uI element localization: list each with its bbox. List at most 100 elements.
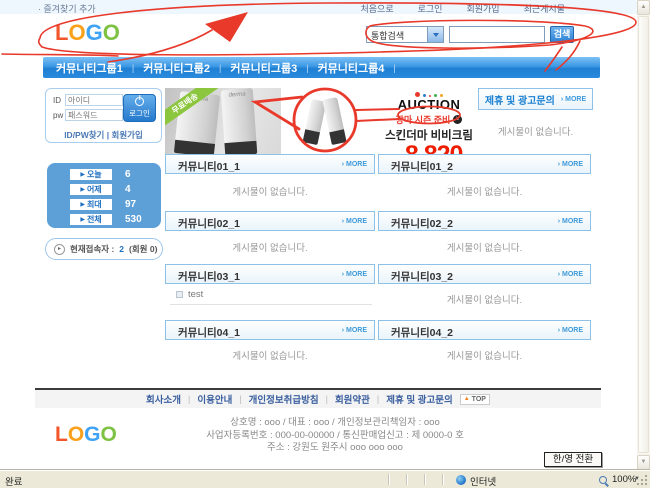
page: · 즐겨찾기 추가 처음으로 로그인 회원가입 최근게시물 LOGO 통합검색 … bbox=[0, 0, 650, 488]
login-button[interactable]: 로그인 bbox=[123, 94, 156, 122]
empty-posts-text: 게시물이 없습니다. bbox=[378, 292, 591, 306]
board-header-community01-2[interactable]: 커뮤니티01_2› MORE bbox=[378, 154, 591, 174]
more-link[interactable]: › MORE bbox=[342, 161, 367, 168]
top-links: 처음으로 로그인 회원가입 최근게시물 bbox=[361, 2, 566, 15]
nav-separator: | bbox=[219, 63, 221, 73]
footer-link-partnership[interactable]: 제휴 및 광고문의 bbox=[386, 392, 452, 406]
annotation-arrowhead bbox=[205, 12, 248, 42]
top-link-join[interactable]: 회원가입 bbox=[466, 2, 499, 15]
nav-item-group2[interactable]: 커뮤니티그룹2 bbox=[143, 60, 210, 76]
pw-label: pw bbox=[53, 111, 63, 120]
empty-posts-text: 게시물이 없습니다. bbox=[378, 348, 591, 362]
search-button[interactable]: 검색 bbox=[550, 26, 574, 43]
footer-company-info: 상호명 : ooo / 대표 : ooo / 개인정보관리책임자 : ooo 사… bbox=[170, 417, 500, 455]
nav-separator: | bbox=[132, 63, 134, 73]
empty-posts-text: 게시물이 없습니다. bbox=[165, 348, 375, 362]
stat-value-total: 530 bbox=[125, 214, 142, 225]
pw-field[interactable] bbox=[65, 109, 123, 121]
visitors-count: 2 bbox=[119, 244, 124, 254]
footer-link-terms[interactable]: 회원약관 bbox=[335, 392, 370, 406]
post-list-item[interactable]: test bbox=[176, 289, 203, 300]
annotation-left-line bbox=[2, 54, 118, 56]
scrollbar-thumb[interactable] bbox=[638, 16, 649, 453]
find-idpw-link[interactable]: ID/PW찾기 bbox=[64, 130, 104, 140]
site-logo[interactable]: LOGO bbox=[55, 22, 120, 44]
more-link[interactable]: › MORE bbox=[342, 327, 367, 334]
top-link-login[interactable]: 로그인 bbox=[418, 2, 443, 15]
visitors-suffix: (회원 0) bbox=[129, 243, 157, 255]
more-link[interactable]: › MORE bbox=[558, 161, 583, 168]
more-link[interactable]: › MORE bbox=[558, 218, 583, 225]
auction-logo: AUCTION bbox=[385, 97, 473, 112]
footer-info-line: 사업자등록번호 : 000-00-00000 / 통신판매업신고 : 제 000… bbox=[170, 430, 500, 443]
search-category-value: 통합검색 bbox=[371, 29, 404, 42]
nav-item-group3[interactable]: 커뮤니티그룹3 bbox=[230, 60, 297, 76]
footer-link-guide[interactable]: 이용안내 bbox=[197, 392, 232, 406]
cosmetic-tube bbox=[322, 97, 346, 145]
empty-posts-text: 게시물이 없습니다. bbox=[165, 240, 375, 254]
board-header-community01-1[interactable]: 커뮤니티01_1› MORE bbox=[165, 154, 375, 174]
auction-dots-decoration bbox=[385, 90, 473, 97]
play-arrow-icon: ▶ bbox=[80, 201, 85, 208]
play-arrow-icon: ▶ bbox=[80, 216, 85, 223]
partnership-box[interactable]: 제휴 및 광고문의 › MORE bbox=[478, 88, 593, 110]
post-divider bbox=[170, 304, 372, 305]
empty-posts-text: 게시물이 없습니다. bbox=[378, 184, 591, 198]
chevron-down-icon[interactable]: v bbox=[453, 115, 462, 124]
footer-link-privacy[interactable]: 개인정보취급방침 bbox=[249, 392, 319, 406]
join-link[interactable]: 회원가입 bbox=[112, 130, 143, 140]
status-text: 완료 bbox=[5, 474, 22, 488]
nav-separator: | bbox=[306, 63, 308, 73]
promo-banner[interactable]: derma derma 무료배송 AUCTION 장마 시즌 준비 v 스킨더마… bbox=[165, 88, 473, 162]
stat-chip-today: ▶오늘 bbox=[70, 169, 112, 180]
post-bullet-icon bbox=[176, 291, 183, 298]
scroll-down-button[interactable]: ▼ bbox=[637, 455, 650, 470]
footer-link-company[interactable]: 회사소개 bbox=[146, 392, 181, 406]
resize-grip[interactable] bbox=[645, 483, 647, 485]
go-top-button[interactable]: ▲ TOP bbox=[460, 394, 490, 405]
vertical-scrollbar[interactable]: ▲ ▼ bbox=[637, 0, 650, 470]
top-link-recent[interactable]: 최근게시물 bbox=[524, 2, 565, 15]
zone-label: 인터넷 bbox=[470, 474, 496, 488]
stat-chip-yesterday: ▶어제 bbox=[70, 184, 112, 195]
nav-separator: | bbox=[393, 63, 395, 73]
board-header-community03-1[interactable]: 커뮤니티03_1› MORE bbox=[165, 264, 375, 284]
id-label: ID bbox=[53, 96, 61, 105]
play-arrow-icon: ▶ bbox=[80, 171, 85, 178]
more-link[interactable]: › MORE bbox=[342, 271, 367, 278]
more-link[interactable]: › MORE bbox=[558, 327, 583, 334]
footer-logo[interactable]: LOGO bbox=[55, 424, 117, 445]
main-nav: 커뮤니티그룹1 | 커뮤니티그룹2 | 커뮤니티그룹3 | 커뮤니티그룹4 | bbox=[43, 57, 600, 78]
id-field[interactable] bbox=[65, 94, 123, 106]
more-link[interactable]: › MORE bbox=[342, 218, 367, 225]
more-link[interactable]: › MORE bbox=[561, 96, 586, 103]
select-dropdown-icon[interactable] bbox=[427, 27, 443, 42]
board-header-community03-2[interactable]: 커뮤니티03_2› MORE bbox=[378, 264, 591, 284]
power-icon bbox=[135, 97, 144, 106]
more-link[interactable]: › MORE bbox=[558, 271, 583, 278]
internet-zone-icon bbox=[456, 475, 466, 485]
stat-value-today: 6 bbox=[125, 169, 131, 180]
stat-chip-total: ▶전체 bbox=[70, 214, 112, 225]
scroll-up-button[interactable]: ▲ bbox=[637, 0, 650, 15]
korean-english-toggle-button[interactable]: 한/영 전환 bbox=[544, 452, 602, 467]
board-header-community02-1[interactable]: 커뮤니티02_1› MORE bbox=[165, 211, 375, 231]
footer-info-line: 주소 : 강원도 원주시 ooo ooo ooo bbox=[170, 442, 500, 455]
nav-item-group4[interactable]: 커뮤니티그룹4 bbox=[318, 60, 385, 76]
browser-status-bar: 완료 인터넷 100% ▼ bbox=[0, 470, 650, 488]
zoom-dropdown-icon[interactable]: ▼ bbox=[634, 476, 640, 482]
login-links-separator: | bbox=[107, 130, 109, 140]
top-link-home[interactable]: 처음으로 bbox=[361, 2, 394, 15]
search-category-select[interactable]: 통합검색 bbox=[366, 26, 444, 43]
board-header-community04-2[interactable]: 커뮤니티04_2› MORE bbox=[378, 320, 591, 340]
zoom-level[interactable]: 100% bbox=[612, 474, 636, 485]
up-arrow-icon: ▲ bbox=[464, 396, 470, 402]
nav-item-group1[interactable]: 커뮤니티그룹1 bbox=[56, 60, 123, 76]
cosmetic-tube: derma bbox=[221, 88, 258, 156]
board-header-community04-1[interactable]: 커뮤니티04_1› MORE bbox=[165, 320, 375, 340]
zoom-icon bbox=[599, 476, 607, 484]
board-header-community02-2[interactable]: 커뮤니티02_2› MORE bbox=[378, 211, 591, 231]
add-favorite-link[interactable]: · 즐겨찾기 추가 bbox=[38, 2, 96, 15]
search-input[interactable] bbox=[449, 26, 545, 43]
season-badge: 장마 시즌 준비 v bbox=[385, 113, 473, 126]
